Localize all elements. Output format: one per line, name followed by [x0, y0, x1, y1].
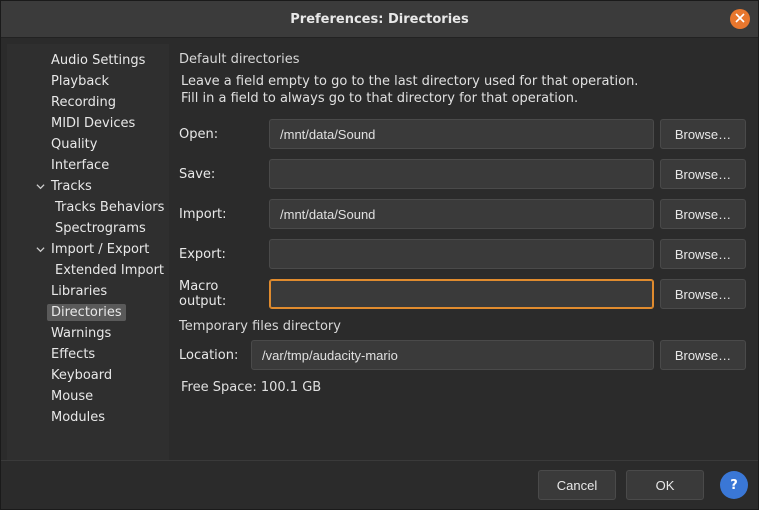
- dialog-footer: Cancel OK ?: [1, 460, 758, 509]
- help-button[interactable]: ?: [720, 471, 748, 499]
- sidebar-item-label: Spectrograms: [51, 220, 150, 237]
- dir-input-open[interactable]: [269, 119, 654, 149]
- dir-browse-button-save[interactable]: Browse…: [660, 159, 746, 189]
- sidebar-item-label: Mouse: [47, 388, 97, 405]
- dir-browse-button-export[interactable]: Browse…: [660, 239, 746, 269]
- close-button[interactable]: [730, 9, 750, 29]
- dir-browse-button-import[interactable]: Browse…: [660, 199, 746, 229]
- free-space-text: Free Space: 100.1 GB: [181, 380, 746, 395]
- preferences-sidebar: Audio Settings Playback Recording MIDI Devi…: [7, 44, 169, 460]
- sidebar-item-label: Recording: [47, 94, 120, 111]
- dir-browse-button-macro-output[interactable]: Browse…: [660, 279, 746, 309]
- ok-button[interactable]: OK: [626, 470, 704, 500]
- sidebar-item-mouse[interactable]: Mouse: [7, 386, 169, 407]
- sidebar-item-label: Audio Settings: [47, 52, 149, 69]
- dir-label-save: Save:: [179, 167, 269, 182]
- preferences-content: Default directories Leave a field empty …: [169, 44, 752, 460]
- temp-location-browse-button[interactable]: Browse…: [660, 340, 746, 370]
- sidebar-item-recording[interactable]: Recording: [7, 92, 169, 113]
- dir-row-macro-output: Macro output: Browse…: [179, 279, 746, 309]
- sidebar-item-spectrograms[interactable]: Spectrograms: [7, 218, 169, 239]
- sidebar-item-label: Extended Import: [51, 262, 168, 279]
- dir-input-save[interactable]: [269, 159, 654, 189]
- dir-label-import: Import:: [179, 207, 269, 222]
- cancel-button[interactable]: Cancel: [538, 470, 616, 500]
- sidebar-item-label: Interface: [47, 157, 113, 174]
- sidebar-item-import-export[interactable]: Import / Export: [7, 239, 169, 260]
- dir-input-export[interactable]: [269, 239, 654, 269]
- sidebar-item-tracks-behaviors[interactable]: Tracks Behaviors: [7, 197, 169, 218]
- sidebar-item-label: Tracks Behaviors: [51, 199, 168, 216]
- preferences-window: Preferences: Directories Audio Settings P…: [0, 0, 759, 510]
- dir-label-macro-output: Macro output:: [179, 279, 269, 309]
- dir-input-macro-output[interactable]: [269, 279, 654, 309]
- dir-label-export: Export:: [179, 247, 269, 262]
- sidebar-item-label: MIDI Devices: [47, 115, 139, 132]
- dir-row-export: Export: Browse…: [179, 239, 746, 269]
- sidebar-item-label: Quality: [47, 136, 101, 153]
- dialog-body: Audio Settings Playback Recording MIDI Devi…: [1, 38, 758, 460]
- section-default-directories-title: Default directories: [179, 52, 746, 67]
- sidebar-item-quality[interactable]: Quality: [7, 134, 169, 155]
- sidebar-item-tracks[interactable]: Tracks: [7, 176, 169, 197]
- sidebar-item-label: Libraries: [47, 283, 111, 300]
- sidebar-item-warnings[interactable]: Warnings: [7, 323, 169, 344]
- sidebar-item-extended-import[interactable]: Extended Import: [7, 260, 169, 281]
- directory-rows: Open:Browse…Save:Browse…Import:Browse…Ex…: [179, 119, 746, 309]
- section-temp-title: Temporary files directory: [179, 319, 746, 334]
- sidebar-item-label: Import / Export: [47, 241, 153, 258]
- dir-browse-button-open[interactable]: Browse…: [660, 119, 746, 149]
- sidebar-item-audio-settings[interactable]: Audio Settings: [7, 50, 169, 71]
- sidebar-item-playback[interactable]: Playback: [7, 71, 169, 92]
- dir-row-save: Save: Browse…: [179, 159, 746, 189]
- sidebar-item-effects[interactable]: Effects: [7, 344, 169, 365]
- help-icon: ?: [730, 478, 738, 493]
- sidebar-item-label: Modules: [47, 409, 109, 426]
- sidebar-item-label: Directories: [47, 304, 126, 321]
- dir-label-open: Open:: [179, 127, 269, 142]
- sidebar-item-label: Warnings: [47, 325, 115, 342]
- window-title: Preferences: Directories: [290, 12, 468, 27]
- sidebar-item-label: Playback: [47, 73, 113, 90]
- temp-location-label: Location:: [179, 348, 251, 363]
- sidebar-item-label: Keyboard: [47, 367, 116, 384]
- close-icon: [735, 13, 745, 26]
- sidebar-item-interface[interactable]: Interface: [7, 155, 169, 176]
- temp-location-row: Location: Browse…: [179, 340, 746, 370]
- dir-input-import[interactable]: [269, 199, 654, 229]
- sidebar-item-label: Tracks: [47, 178, 96, 195]
- dir-row-open: Open: Browse…: [179, 119, 746, 149]
- sidebar-item-midi-devices[interactable]: MIDI Devices: [7, 113, 169, 134]
- default-directories-hint: Leave a field empty to go to the last di…: [181, 73, 746, 107]
- sidebar-item-modules[interactable]: Modules: [7, 407, 169, 428]
- chevron-down-icon[interactable]: [33, 245, 47, 254]
- sidebar-item-libraries[interactable]: Libraries: [7, 281, 169, 302]
- titlebar: Preferences: Directories: [1, 1, 758, 38]
- sidebar-item-directories[interactable]: Directories: [7, 302, 169, 323]
- temp-location-input[interactable]: [251, 340, 654, 370]
- chevron-down-icon[interactable]: [33, 182, 47, 191]
- dir-row-import: Import: Browse…: [179, 199, 746, 229]
- sidebar-item-keyboard[interactable]: Keyboard: [7, 365, 169, 386]
- sidebar-item-label: Effects: [47, 346, 99, 363]
